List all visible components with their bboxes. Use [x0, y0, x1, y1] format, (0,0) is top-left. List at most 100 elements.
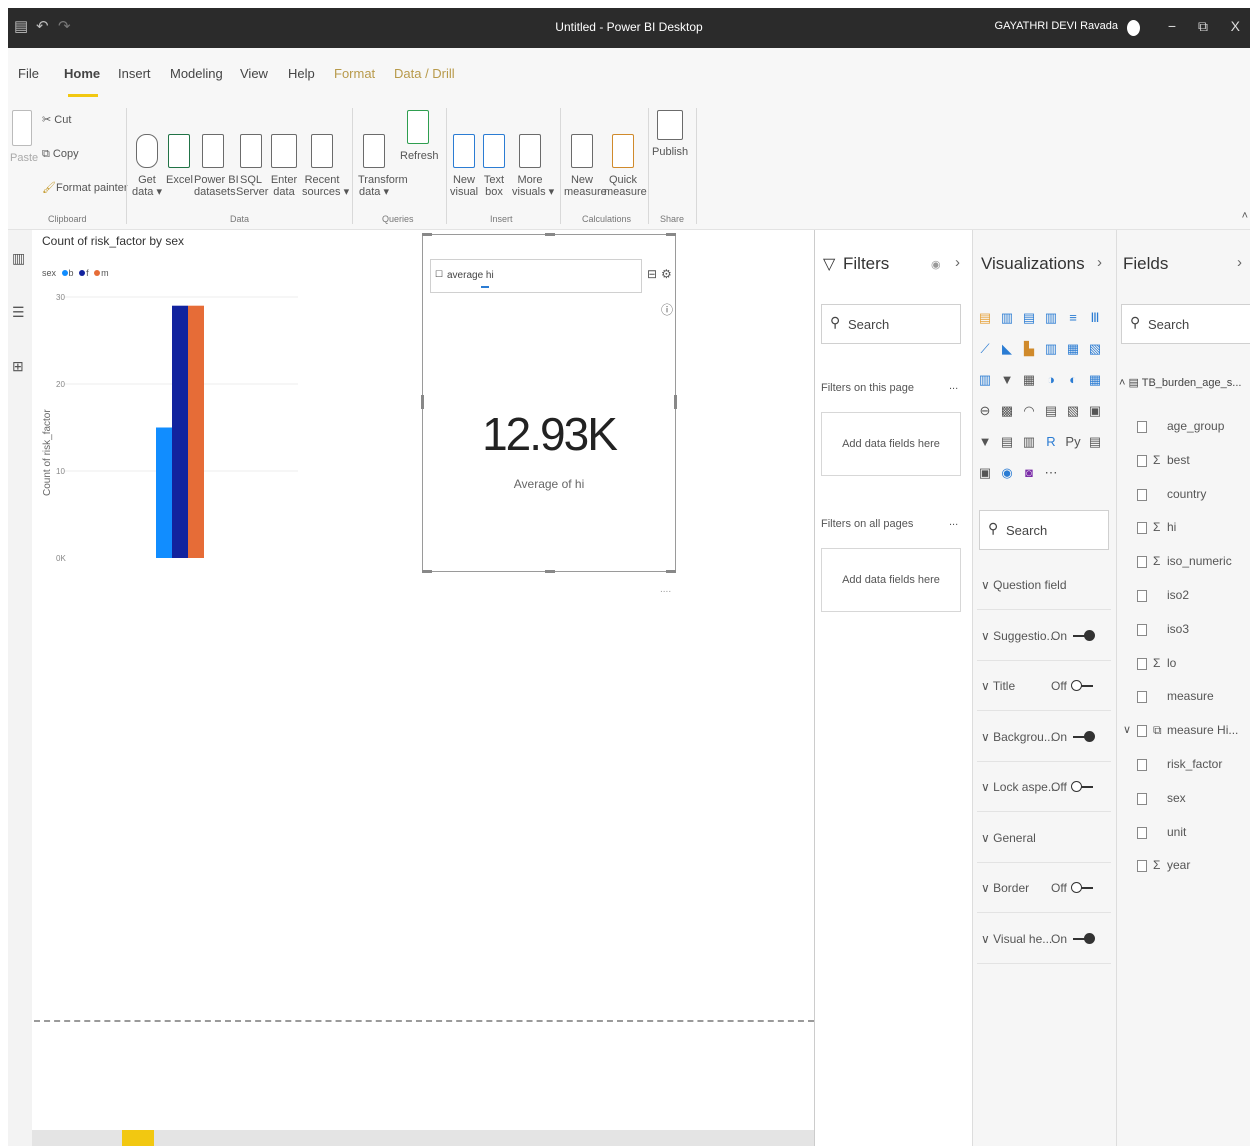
format-section[interactable]: ∨ Lock aspe... Off: [977, 762, 1111, 812]
field-checkbox[interactable]: [1137, 590, 1147, 602]
visual-type-icon[interactable]: ◙: [1021, 465, 1037, 481]
viz-search-input[interactable]: ⚲ Search: [979, 510, 1109, 550]
refresh-button[interactable]: Refresh: [400, 110, 439, 162]
sql-server-button[interactable]: SQL Server: [236, 110, 268, 198]
visual-type-icon[interactable]: ▦: [1087, 372, 1103, 388]
visual-type-icon[interactable]: ▼: [977, 434, 993, 450]
field-checkbox[interactable]: [1137, 860, 1147, 873]
field-item[interactable]: risk_factor: [1137, 756, 1247, 776]
chevron-down-icon[interactable]: ∨: [1123, 723, 1131, 736]
field-item[interactable]: Σyear: [1137, 857, 1247, 877]
visual-type-icon[interactable]: ▥: [999, 310, 1015, 326]
all-pages-filter-well[interactable]: Add data fields here: [821, 548, 961, 612]
collapse-viz-chevron-icon[interactable]: ›: [1097, 254, 1102, 271]
qa-card-visual[interactable]: ☐ average hi ⊟ ⚙ ⓘ 12.93K Average of hi: [421, 233, 677, 573]
field-item[interactable]: sex: [1137, 790, 1247, 810]
visual-type-icon[interactable]: ▧: [1065, 403, 1081, 419]
visual-type-icon[interactable]: ▤: [1021, 310, 1037, 326]
format-section[interactable]: ∨ Suggestio... On: [977, 611, 1111, 661]
minimize-button[interactable]: −: [1168, 18, 1176, 34]
copy-button[interactable]: ⧉ Copy: [42, 148, 79, 160]
collapse-ribbon-icon[interactable]: ˄: [1242, 210, 1248, 222]
field-item[interactable]: iso2: [1137, 587, 1247, 607]
visual-type-icon[interactable]: ▣: [977, 465, 993, 481]
menu-help[interactable]: Help: [288, 66, 315, 81]
excel-button[interactable]: Excel: [166, 110, 193, 186]
visual-type-icon[interactable]: ◐: [1065, 372, 1081, 388]
bar-chart[interactable]: Count of risk_factor 30 20 10 0K: [38, 280, 308, 570]
eye-icon[interactable]: ◉: [931, 258, 941, 271]
visual-type-icon[interactable]: ◉: [999, 465, 1015, 481]
visual-type-icon[interactable]: ▣: [1087, 403, 1103, 419]
menu-data-drill[interactable]: Data / Drill: [394, 66, 455, 81]
get-data-button[interactable]: Get data ▾: [132, 110, 162, 198]
field-checkbox[interactable]: [1137, 488, 1147, 501]
field-item[interactable]: unit: [1137, 824, 1247, 844]
user-name[interactable]: GAYATHRI DEVI Ravada: [995, 20, 1118, 32]
field-item[interactable]: age_group: [1137, 418, 1247, 438]
field-item[interactable]: country: [1137, 486, 1247, 506]
fields-search-input[interactable]: ⚲ Search: [1121, 304, 1250, 344]
field-checkbox[interactable]: [1137, 691, 1147, 704]
resize-handle[interactable]: [545, 233, 555, 236]
resize-handle[interactable]: [422, 570, 432, 573]
field-item[interactable]: Σhi: [1137, 519, 1247, 539]
field-checkbox[interactable]: [1137, 522, 1147, 535]
field-checkbox[interactable]: [1137, 454, 1147, 467]
field-checkbox[interactable]: [1137, 725, 1147, 738]
more-options-icon[interactable]: ...: [949, 516, 958, 528]
format-section[interactable]: ∨ General: [977, 813, 1111, 863]
toggle-switch[interactable]: [1071, 781, 1093, 792]
toggle-switch[interactable]: [1071, 680, 1093, 691]
resize-handle[interactable]: [545, 570, 555, 573]
qa-question-input[interactable]: ☐ average hi: [430, 259, 642, 293]
visual-type-icon[interactable]: ▼: [999, 372, 1015, 388]
resize-handle[interactable]: [422, 233, 432, 236]
transform-data-button[interactable]: Transform data ▾: [358, 110, 408, 198]
format-section[interactable]: ∨ Border Off: [977, 863, 1111, 913]
visual-type-icon[interactable]: ⟋: [977, 341, 993, 357]
close-button[interactable]: X: [1231, 18, 1240, 34]
format-painter-button[interactable]: 🖌Format painter: [42, 182, 128, 194]
data-view-icon[interactable]: ☰: [12, 304, 25, 321]
field-item[interactable]: ∨ ⧉ measure Hi...: [1123, 722, 1247, 742]
new-visual-button[interactable]: New visual: [450, 110, 478, 198]
visual-type-icon[interactable]: ▤: [999, 434, 1015, 450]
text-box-button[interactable]: Text box: [482, 110, 506, 198]
visual-type-icon[interactable]: ▩: [999, 403, 1015, 419]
visual-type-icon[interactable]: ≡: [1065, 310, 1081, 326]
visual-type-icon[interactable]: ▦: [1065, 341, 1081, 357]
more-visuals-button[interactable]: More visuals ▾: [512, 110, 554, 198]
field-item[interactable]: measure: [1137, 688, 1247, 708]
menu-view[interactable]: View: [240, 66, 268, 81]
visual-type-icon[interactable]: ◑: [1043, 372, 1059, 388]
visual-type-icon[interactable]: ▤: [1087, 434, 1103, 450]
field-checkbox[interactable]: [1137, 759, 1147, 771]
field-item[interactable]: Σlo: [1137, 655, 1247, 675]
settings-icon[interactable]: ⚙: [661, 267, 672, 281]
quick-measure-button[interactable]: Quick measure: [604, 110, 647, 198]
format-section[interactable]: ∨ Question field: [977, 560, 1111, 610]
field-checkbox[interactable]: [1137, 421, 1147, 433]
visual-type-icon[interactable]: ▥: [1021, 434, 1037, 450]
turn-into-visual-icon[interactable]: ⊟: [647, 267, 657, 281]
menu-format[interactable]: Format: [334, 66, 375, 81]
visual-type-icon[interactable]: ▧: [1087, 341, 1103, 357]
info-icon[interactable]: ⓘ: [661, 301, 673, 318]
field-item[interactable]: iso3: [1137, 621, 1247, 641]
bar-b[interactable]: [156, 427, 172, 559]
format-section[interactable]: ∨ Visual he... On: [977, 914, 1111, 964]
visual-type-icon[interactable]: ▥: [977, 372, 993, 388]
visual-type-icon[interactable]: ▥: [1043, 310, 1059, 326]
field-checkbox[interactable]: [1137, 657, 1147, 670]
more-options-icon[interactable]: ....: [660, 584, 671, 595]
visual-type-icon[interactable]: ▙: [1021, 341, 1037, 357]
paste-button[interactable]: Paste: [10, 110, 38, 164]
visual-type-icon[interactable]: ⋯: [1043, 465, 1059, 481]
visual-type-icon[interactable]: Ⅲ: [1087, 310, 1103, 326]
more-options-icon[interactable]: ...: [949, 380, 958, 392]
bar-series[interactable]: [156, 305, 204, 559]
bar-m[interactable]: [188, 305, 204, 558]
menu-modeling[interactable]: Modeling: [170, 66, 223, 81]
menu-home[interactable]: Home: [64, 66, 100, 81]
